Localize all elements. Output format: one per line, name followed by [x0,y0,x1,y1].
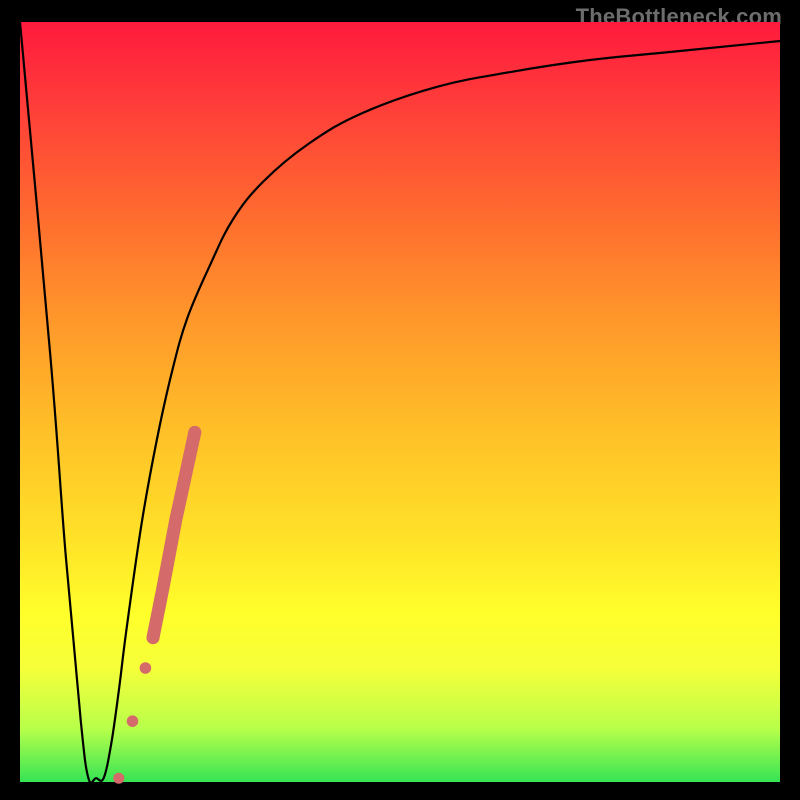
bottleneck-curve [20,22,780,783]
plot-gradient-area [20,22,780,782]
marker-cap [147,631,160,644]
marker-dot [113,773,124,784]
marker-dot [127,715,139,727]
marker-band [153,432,195,637]
marker-cap [188,426,201,439]
marker-dot [140,662,152,674]
chart-svg [20,22,780,782]
chart-container: TheBottleneck.com [0,0,800,800]
curve-markers [113,432,195,783]
